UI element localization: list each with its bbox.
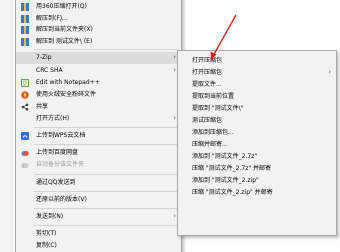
annotation-arrow-line (212, 14, 237, 57)
annotation-arrow-head (210, 51, 217, 61)
annotation-arrow (210, 14, 237, 61)
